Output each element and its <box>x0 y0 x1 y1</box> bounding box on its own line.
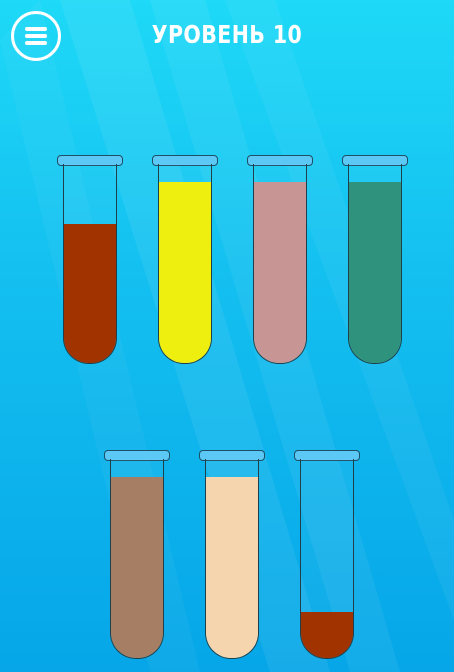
tube-6[interactable] <box>199 450 265 662</box>
tube-2[interactable] <box>152 155 218 367</box>
tube-body <box>110 459 164 659</box>
tube-5[interactable] <box>104 450 170 662</box>
liquid-layer <box>349 181 401 363</box>
liquid-layer <box>301 612 353 658</box>
tube-7[interactable] <box>294 450 360 662</box>
liquid-layer <box>64 223 116 363</box>
tube-body <box>158 164 212 364</box>
tube-4[interactable] <box>342 155 408 367</box>
liquid-layer <box>206 476 258 658</box>
tube-body <box>205 459 259 659</box>
tube-body <box>300 459 354 659</box>
tube-area <box>0 0 454 672</box>
tube-body <box>63 164 117 364</box>
liquid-layer <box>159 181 211 363</box>
liquid-layer <box>111 476 163 658</box>
tube-body <box>253 164 307 364</box>
liquid-layer <box>254 181 306 363</box>
tube-3[interactable] <box>247 155 313 367</box>
tube-1[interactable] <box>57 155 123 367</box>
tube-body <box>348 164 402 364</box>
